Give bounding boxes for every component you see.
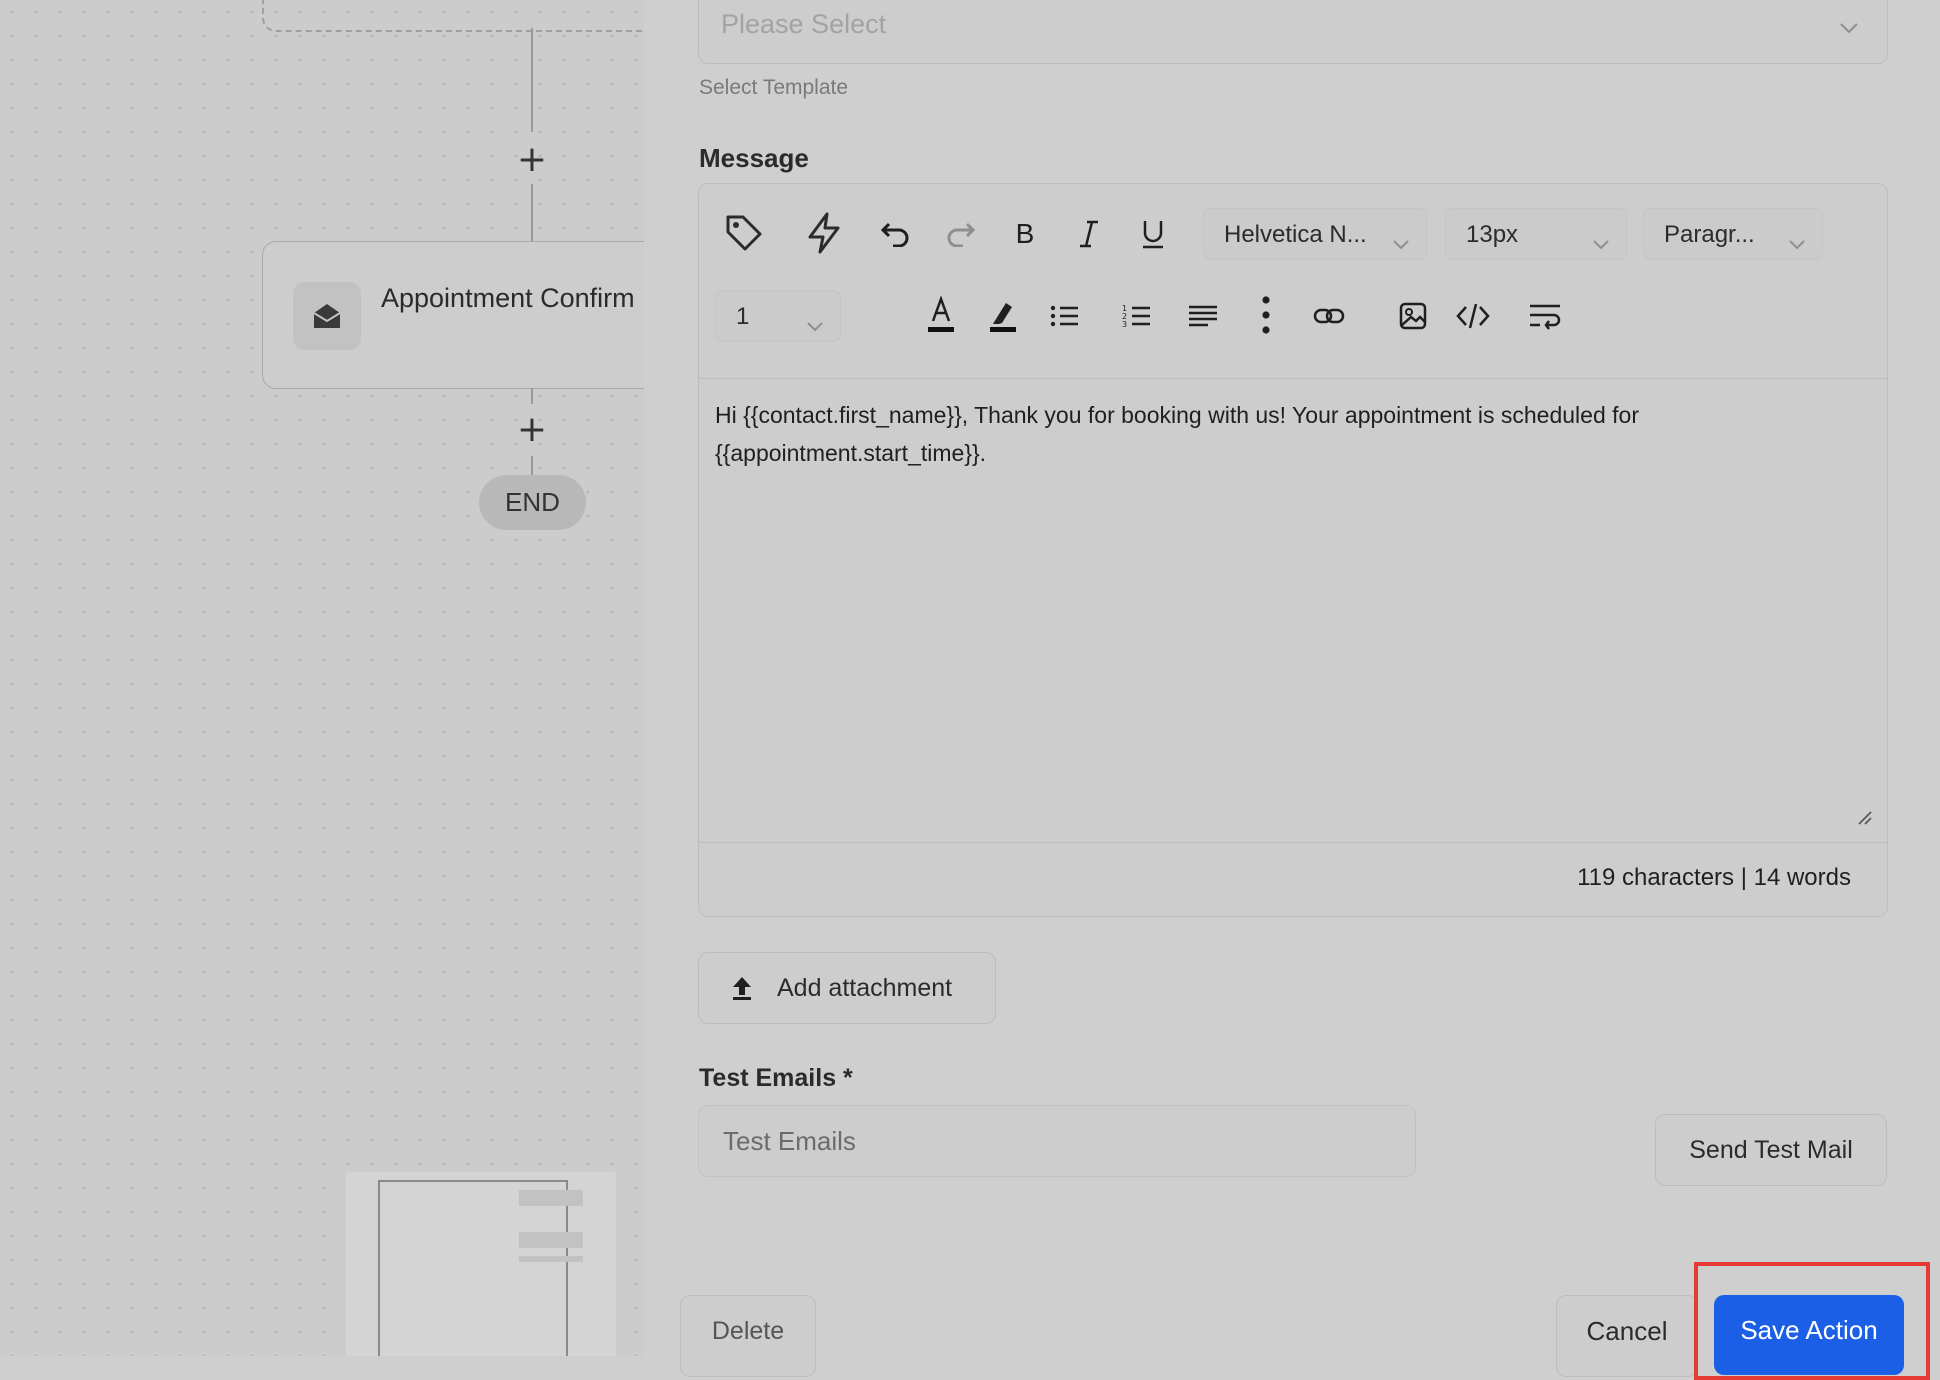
font-family-value: Helvetica N... [1224,221,1367,248]
test-emails-input[interactable] [723,1106,1383,1176]
chevron-down-icon [1839,21,1859,39]
block-format-dropdown[interactable]: Paragr... [1643,208,1823,260]
wrap-text-icon[interactable] [1525,296,1565,336]
more-vertical-icon[interactable] [1251,290,1281,340]
end-node: END [479,475,586,530]
highlight-box [1694,1262,1930,1380]
tag-icon[interactable] [721,210,767,256]
envelope-open-icon [293,282,361,350]
connector-line [531,388,533,404]
chevron-down-icon [1392,229,1410,257]
minimap-node [519,1232,583,1248]
block-format-value: Paragr... [1664,221,1755,248]
font-family-dropdown[interactable]: Helvetica N... [1203,208,1427,260]
minimap-viewport[interactable] [378,1180,568,1356]
svg-text:3: 3 [1122,320,1127,329]
template-helper-text: Select Template [699,76,849,99]
test-emails-field[interactable] [698,1105,1416,1177]
chevron-down-icon [1788,229,1806,257]
font-size-value: 13px [1466,221,1519,248]
font-size-dropdown[interactable]: 13px [1445,208,1627,260]
connector-line [531,456,533,476]
add-attachment-label: Add attachment [777,974,953,1002]
workflow-node-previous[interactable] [262,0,644,32]
line-height-value: 1 [736,303,750,330]
numbered-list-icon[interactable]: 123 [1117,296,1157,336]
minimap[interactable] [346,1172,616,1356]
add-step-plus-icon[interactable]: + [514,412,550,448]
action-panel: Please Select Select Template Message B [644,0,1940,1380]
add-step-plus-icon[interactable]: + [514,142,550,178]
undo-icon[interactable] [875,214,915,254]
bold-icon[interactable]: B [1005,214,1045,254]
code-icon[interactable] [1453,296,1493,336]
character-word-counter: 119 characters | 14 words [1577,864,1851,891]
message-editor[interactable]: B Helvetica N... 13px Paragr... 1 1 2 3 … [698,183,1888,917]
upload-icon [731,975,753,1006]
redo-icon[interactable] [941,214,981,254]
message-body-text[interactable]: Hi {{contact.first_name}}, Thank you for… [715,396,1865,472]
italic-icon[interactable] [1069,214,1109,254]
bullet-list-icon[interactable] [1045,296,1085,336]
underline-icon[interactable] [1133,214,1173,254]
template-select-placeholder: Please Select [721,9,887,39]
align-left-icon[interactable] [1183,296,1223,336]
send-test-mail-button[interactable]: Send Test Mail [1655,1114,1887,1186]
delete-button[interactable]: Delete [680,1295,816,1377]
lightning-icon[interactable] [801,210,847,256]
chevron-down-icon [1592,229,1610,257]
connector-line [531,28,533,132]
resize-handle-icon[interactable] [1855,808,1873,831]
chevron-down-icon [806,311,824,339]
connector-line [531,184,533,241]
cancel-button[interactable]: Cancel [1556,1295,1698,1377]
line-height-dropdown[interactable]: 1 [715,290,841,342]
workflow-canvas[interactable]: + Appointment Confirm Email + END [0,0,644,1356]
highlight-icon[interactable] [983,292,1023,338]
minimap-node [519,1190,583,1206]
template-select[interactable]: Please Select [698,0,1888,64]
image-icon[interactable] [1393,296,1433,336]
editor-toolbar: B Helvetica N... 13px Paragr... 1 1 2 3 [699,184,1887,379]
link-icon[interactable] [1309,296,1349,336]
message-label: Message [699,143,809,173]
editor-footer-divider [699,842,1887,843]
add-attachment-button[interactable]: Add attachment [698,952,996,1024]
test-emails-label: Test Emails * [699,1064,853,1092]
email-node-title: Appointment Confirm Email [381,283,644,313]
minimap-node [519,1256,583,1262]
workflow-node-email[interactable]: Appointment Confirm Email [262,241,644,389]
text-color-icon[interactable] [921,292,961,338]
